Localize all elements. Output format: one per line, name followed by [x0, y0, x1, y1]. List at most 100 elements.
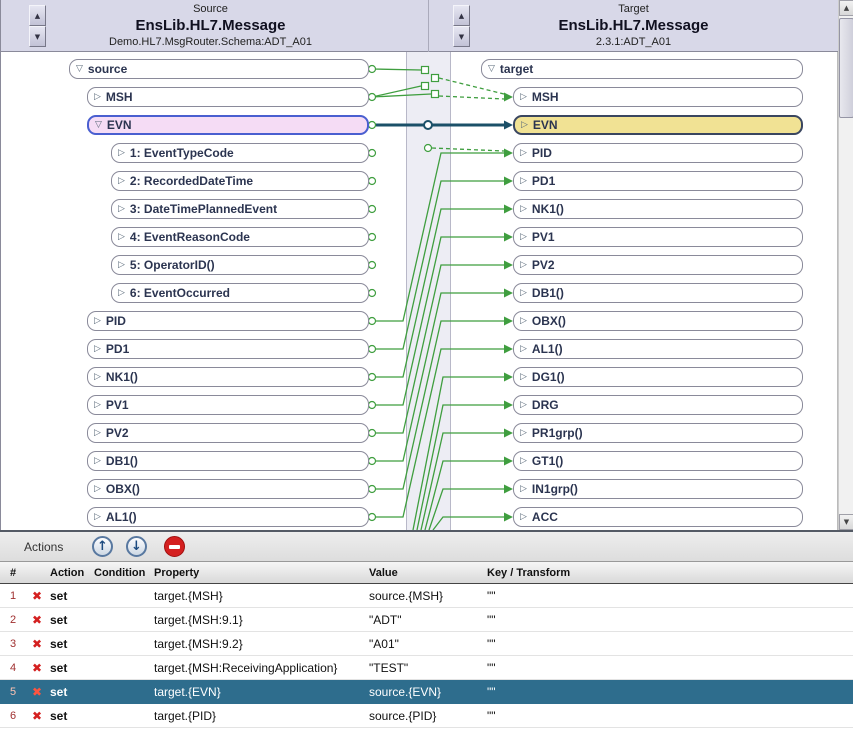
- delete-row-icon[interactable]: ✖: [26, 637, 48, 651]
- source-node-2recordeddatetime[interactable]: ▷2: RecordedDateTime: [111, 171, 369, 191]
- move-up-button[interactable]: ↑: [92, 536, 113, 557]
- source-node-db1[interactable]: ▷DB1(): [87, 451, 369, 471]
- action-row[interactable]: 3✖settarget.{MSH:9.2}"A01""": [0, 632, 853, 656]
- source-node-msh[interactable]: ▷MSH: [87, 87, 369, 107]
- expand-icon[interactable]: ▷: [520, 344, 527, 354]
- action-row[interactable]: 1✖settarget.{MSH}source.{MSH}"": [0, 584, 853, 608]
- source-node-obx[interactable]: ▷OBX(): [87, 479, 369, 499]
- node-label: AL1(): [106, 510, 137, 524]
- target-node-target[interactable]: ▽target: [481, 59, 803, 79]
- actions-toolbar: Actions ↑ ↓: [0, 532, 853, 562]
- collapse-icon[interactable]: ▽: [488, 64, 495, 74]
- key-cell: "": [485, 709, 853, 723]
- source-node-pv1[interactable]: ▷PV1: [87, 395, 369, 415]
- collapse-icon[interactable]: ▽: [76, 64, 83, 74]
- row-number: 4: [0, 662, 26, 674]
- expand-icon[interactable]: ▷: [520, 428, 527, 438]
- target-node-db1[interactable]: ▷DB1(): [513, 283, 803, 303]
- vertical-scrollbar[interactable]: ▲ ▼: [838, 0, 853, 530]
- expand-icon[interactable]: ▷: [520, 400, 527, 410]
- remove-action-button[interactable]: [164, 536, 185, 557]
- delete-row-icon[interactable]: ✖: [26, 613, 48, 627]
- expand-icon[interactable]: ▷: [520, 456, 527, 466]
- expand-icon[interactable]: ▷: [520, 260, 527, 270]
- expand-icon[interactable]: ▷: [94, 512, 101, 522]
- source-node-1eventtypecode[interactable]: ▷1: EventTypeCode: [111, 143, 369, 163]
- action-row[interactable]: 4✖settarget.{MSH:ReceivingApplication}"T…: [0, 656, 853, 680]
- delete-row-icon[interactable]: ✖: [26, 661, 48, 675]
- target-node-pv1[interactable]: ▷ PV1: [513, 227, 803, 247]
- target-node-evn[interactable]: ▷EVN: [513, 115, 803, 135]
- target-node-in1grp[interactable]: ▷IN1grp(): [513, 479, 803, 499]
- expand-icon[interactable]: ▷: [94, 400, 101, 410]
- delete-row-icon[interactable]: ✖: [26, 685, 48, 699]
- source-node-4eventreasoncode[interactable]: ▷4: EventReasonCode: [111, 227, 369, 247]
- delete-row-icon[interactable]: ✖: [26, 589, 48, 603]
- target-node-al1[interactable]: ▷AL1(): [513, 339, 803, 359]
- source-node-nk1[interactable]: ▷ NK1(): [87, 367, 369, 387]
- source-spin-up-icon[interactable]: ▲: [29, 5, 46, 26]
- row-number: 2: [0, 614, 26, 626]
- expand-icon[interactable]: ▷: [520, 204, 527, 214]
- source-node-6eventoccurred[interactable]: ▷6: EventOccurred: [111, 283, 369, 303]
- target-node-gt1[interactable]: ▷GT1(): [513, 451, 803, 471]
- target-node-pr1grp[interactable]: ▷PR1grp(): [513, 423, 803, 443]
- node-label: PV1: [532, 230, 555, 244]
- expand-icon[interactable]: ▷: [94, 92, 101, 102]
- expand-icon[interactable]: ▷: [520, 372, 527, 382]
- source-node-pv2[interactable]: ▷PV2: [87, 423, 369, 443]
- target-node-drg[interactable]: ▷DRG: [513, 395, 803, 415]
- expand-icon[interactable]: ▷: [94, 344, 101, 354]
- expand-icon[interactable]: ▷: [520, 512, 527, 522]
- node-label: DG1(): [532, 370, 565, 384]
- expand-icon[interactable]: ▷: [520, 316, 527, 326]
- expand-icon[interactable]: ▷: [520, 484, 527, 494]
- scroll-down-icon[interactable]: ▼: [839, 514, 853, 530]
- source-node-evn[interactable]: ▽EVN: [87, 115, 369, 135]
- source-node-5operatorid[interactable]: ▷5: OperatorID(): [111, 255, 369, 275]
- expand-icon[interactable]: ▷: [521, 120, 528, 130]
- target-spin-up-icon[interactable]: ▲: [453, 5, 470, 26]
- source-node-pid[interactable]: ▷PID: [87, 311, 369, 331]
- expand-icon[interactable]: ▷: [94, 428, 101, 438]
- expand-icon[interactable]: ▷: [520, 176, 527, 186]
- source-node-al1[interactable]: ▷ AL1(): [87, 507, 369, 527]
- expand-icon[interactable]: ▷: [118, 288, 125, 298]
- expand-icon[interactable]: ▷: [520, 148, 527, 158]
- action-row[interactable]: 2✖settarget.{MSH:9.1}"ADT""": [0, 608, 853, 632]
- expand-icon[interactable]: ▷: [94, 456, 101, 466]
- expand-icon[interactable]: ▷: [118, 260, 125, 270]
- expand-icon[interactable]: ▷: [94, 372, 101, 382]
- key-cell: "": [485, 637, 853, 651]
- expand-icon[interactable]: ▷: [520, 288, 527, 298]
- expand-icon[interactable]: ▷: [118, 176, 125, 186]
- node-label: NK1(): [106, 370, 138, 384]
- source-node-3datetimeplannedevent[interactable]: ▷3: DateTimePlannedEvent: [111, 199, 369, 219]
- expand-icon[interactable]: ▷: [118, 148, 125, 158]
- expand-icon[interactable]: ▷: [520, 92, 527, 102]
- expand-icon[interactable]: ▷: [94, 484, 101, 494]
- expand-icon[interactable]: ▷: [118, 232, 125, 242]
- target-node-nk1[interactable]: ▷NK1(): [513, 199, 803, 219]
- target-node-acc[interactable]: ▷ACC: [513, 507, 803, 527]
- action-row[interactable]: 5✖settarget.{EVN}source.{EVN}"": [0, 680, 853, 704]
- expand-icon[interactable]: ▷: [118, 204, 125, 214]
- delete-row-icon[interactable]: ✖: [26, 709, 48, 723]
- scrollbar-thumb[interactable]: [839, 18, 853, 118]
- source-node-pd1[interactable]: ▷PD1: [87, 339, 369, 359]
- action-row[interactable]: 6✖settarget.{PID}source.{PID}"": [0, 704, 853, 728]
- target-node-pd1[interactable]: ▷PD1: [513, 171, 803, 191]
- expand-icon[interactable]: ▷: [94, 316, 101, 326]
- target-spin-down-icon[interactable]: ▼: [453, 26, 470, 47]
- source-spin-down-icon[interactable]: ▼: [29, 26, 46, 47]
- target-node-pv2[interactable]: ▷PV2: [513, 255, 803, 275]
- move-down-button[interactable]: ↓: [126, 536, 147, 557]
- target-node-dg1[interactable]: ▷ DG1(): [513, 367, 803, 387]
- collapse-icon[interactable]: ▽: [95, 120, 102, 130]
- target-node-pid[interactable]: ▷PID: [513, 143, 803, 163]
- target-node-msh[interactable]: ▷MSH: [513, 87, 803, 107]
- scroll-up-icon[interactable]: ▲: [839, 0, 853, 16]
- expand-icon[interactable]: ▷: [520, 232, 527, 242]
- target-node-obx[interactable]: ▷OBX(): [513, 311, 803, 331]
- source-node-source[interactable]: ▽source: [69, 59, 369, 79]
